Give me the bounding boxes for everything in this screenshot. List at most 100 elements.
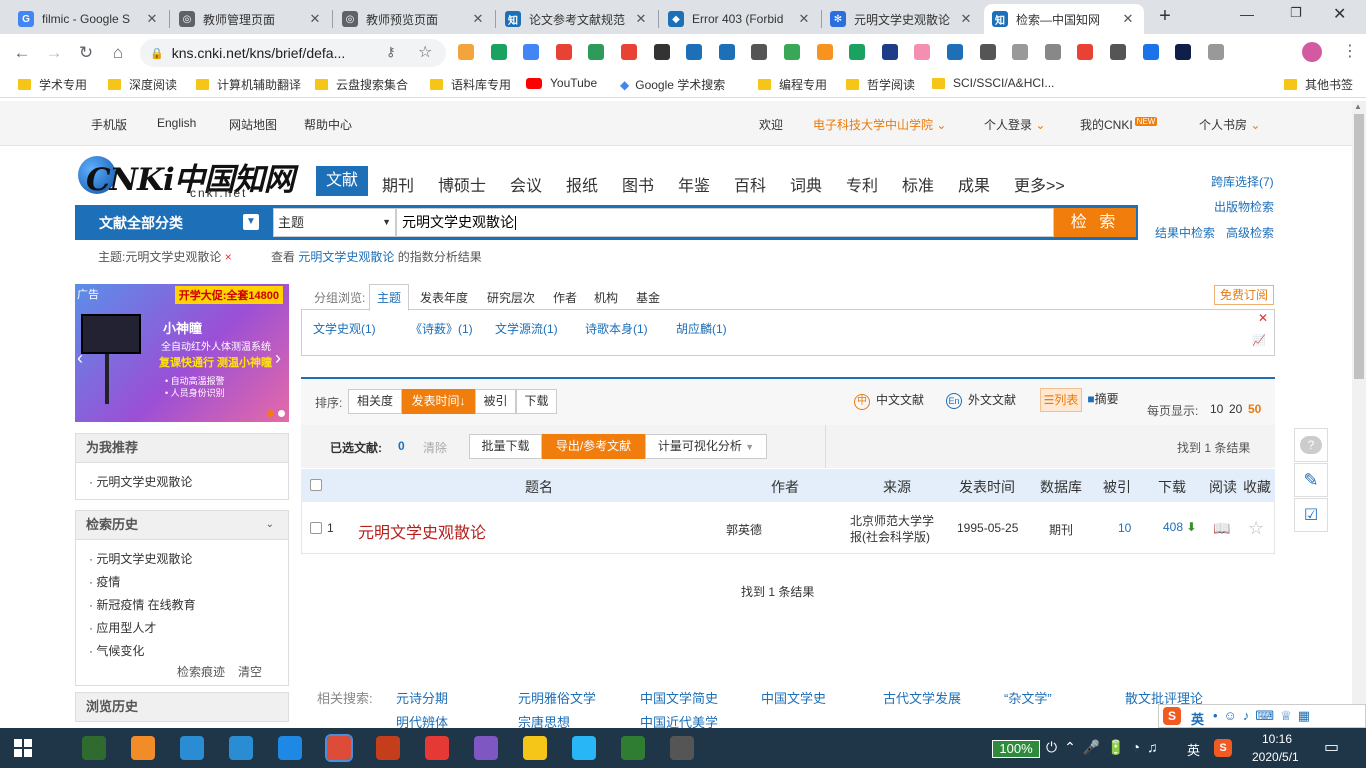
favorite-star-icon[interactable]: ☆ — [1248, 518, 1264, 539]
browser-tab[interactable]: 知论文参考文献规范 ✕ — [497, 4, 657, 34]
export-button[interactable]: 导出/参考文献 — [542, 434, 645, 459]
category-tab[interactable]: 百科 — [734, 172, 766, 196]
cnki-logo[interactable]: CNKi中国知网 cnki.net — [78, 154, 295, 202]
visual-analysis-button[interactable]: 计量可视化分析 ▼ — [645, 434, 767, 459]
ad-next-icon[interactable]: › — [275, 348, 281, 369]
category-tab[interactable]: 词典 — [790, 172, 822, 196]
category-tab[interactable]: 年鉴 — [678, 172, 710, 196]
profile-avatar[interactable] — [1302, 42, 1322, 62]
col-db[interactable]: 数据库 — [1040, 477, 1082, 497]
group-tab-level[interactable]: 研究层次 — [487, 289, 535, 306]
related-link[interactable]: 古代文学发展 — [883, 688, 961, 707]
bookmark-item[interactable]: SCI/SSCI/A&HCI... — [932, 76, 1054, 90]
maximize-button[interactable]: ❐ — [1290, 5, 1302, 21]
search-input[interactable]: 元明文学史观散论 — [396, 208, 1054, 237]
topnav-sitemap[interactable]: 网站地图 — [229, 116, 277, 133]
reload-icon[interactable]: ↻ — [76, 43, 96, 63]
extension-icon[interactable] — [523, 44, 540, 60]
col-date[interactable]: 发表时间 — [959, 477, 1015, 497]
minimize-button[interactable]: — — [1240, 6, 1254, 22]
record-icon[interactable] — [425, 736, 449, 760]
new-tab-button[interactable]: + — [1154, 6, 1176, 28]
carousel-dot[interactable] — [278, 410, 285, 417]
topnav-help[interactable]: 帮助中心 — [304, 116, 352, 133]
bookmark-item[interactable]: 编程专用 — [758, 76, 827, 93]
index-analysis-link[interactable]: 元明文学史观散论 — [298, 250, 394, 264]
per-page-10[interactable]: 10 — [1210, 402, 1223, 416]
category-tab[interactable]: 更多>> — [1014, 172, 1065, 196]
clock-date[interactable]: 2020/5/1 — [1252, 750, 1299, 764]
all-category-label[interactable]: 文献全部分类 — [99, 213, 183, 233]
group-tab-fund[interactable]: 基金 — [636, 289, 660, 306]
ime-icons[interactable]: •☺♪⌨♕▦ — [1213, 708, 1316, 724]
carousel-dot[interactable] — [267, 410, 274, 417]
ad-banner[interactable]: 广告 开学大促:全套14800 小神瞳 全自动红外人体测温系统 复课快通行 测温… — [75, 284, 289, 422]
history-header[interactable]: 检索历史 ⌄ — [75, 510, 289, 540]
row-checkbox[interactable] — [310, 522, 322, 534]
collapse-icon[interactable]: ⌄ — [266, 511, 274, 539]
read-book-icon[interactable]: 📖 — [1213, 520, 1230, 537]
clock-time[interactable]: 10:16 — [1262, 732, 1292, 746]
batch-download-button[interactable]: 批量下载 — [469, 434, 542, 459]
col-fav[interactable]: 收藏 — [1243, 477, 1271, 497]
other-bookmarks[interactable]: 其他书签 — [1284, 76, 1353, 93]
subscribe-button[interactable]: 免费订阅 — [1214, 285, 1274, 305]
extension-icon[interactable] — [881, 44, 898, 60]
edit-button[interactable]: ✎ — [1294, 463, 1328, 497]
sort-cited[interactable]: 被引 — [475, 389, 516, 414]
extension-icon[interactable] — [653, 44, 670, 60]
result-source[interactable]: 北京师范大学学报(社会科学版) — [850, 513, 940, 545]
scrollbar-thumb[interactable] — [1354, 114, 1364, 379]
extension-icon[interactable] — [718, 44, 735, 60]
related-link[interactable]: “杂文学” — [1004, 688, 1052, 707]
category-tab[interactable]: 图书 — [622, 172, 654, 196]
category-tab[interactable]: 专利 — [846, 172, 878, 196]
category-tab[interactable]: 报纸 — [566, 172, 598, 196]
bookmark-item[interactable]: 学术专用 — [18, 76, 87, 93]
result-downloads[interactable]: 408 ⬇ — [1163, 520, 1196, 534]
col-author[interactable]: 作者 — [771, 477, 799, 497]
col-cited[interactable]: 被引 — [1103, 477, 1131, 497]
extension-icon[interactable] — [588, 44, 605, 60]
clear-selection-link[interactable]: 清除 — [423, 439, 447, 456]
chevron-down-icon[interactable]: ▼ — [243, 214, 259, 230]
forward-icon[interactable]: → — [44, 43, 64, 63]
extension-icon[interactable] — [751, 44, 768, 60]
tray-lang[interactable]: 英 — [1187, 740, 1200, 759]
extension-icon[interactable] — [490, 44, 507, 60]
per-page-20[interactable]: 20 — [1229, 402, 1242, 416]
file-explorer-icon[interactable] — [523, 736, 547, 760]
key-icon[interactable]: ⚷ — [386, 44, 396, 60]
cross-db-link[interactable]: 跨库选择(7) — [1211, 173, 1274, 190]
menu-icon[interactable]: ⋮ — [1342, 41, 1358, 61]
search-field-select[interactable]: 主题 ▼ — [273, 208, 396, 237]
result-title-link[interactable]: 元明文学史观散论 — [358, 519, 486, 543]
tab-close-icon[interactable]: ✕ — [1120, 11, 1136, 27]
history-item[interactable]: · 应用型人才 — [89, 619, 156, 636]
tab-close-icon[interactable]: ✕ — [958, 11, 974, 27]
foreign-docs[interactable]: En 外文文献 — [946, 391, 1016, 409]
bookmark-item[interactable]: 计算机辅助翻译 — [196, 76, 301, 93]
group-tab-topic[interactable]: 主题 — [369, 284, 409, 311]
related-link[interactable]: 中国文学史 — [761, 688, 826, 707]
extension-icon[interactable] — [849, 44, 866, 60]
checkmark-app-icon[interactable] — [180, 736, 204, 760]
bookmark-item[interactable]: 深度阅读 — [108, 76, 177, 93]
extension-icon[interactable] — [784, 44, 800, 60]
topnav-mobile[interactable]: 手机版 — [91, 116, 127, 133]
col-read[interactable]: 阅读 — [1209, 477, 1237, 497]
window-close-button[interactable]: ✕ — [1333, 4, 1346, 24]
extension-icon[interactable] — [1175, 44, 1192, 60]
sogou-tray-icon[interactable]: S — [1214, 739, 1232, 757]
ime-lang[interactable]: 英 — [1191, 709, 1204, 728]
browser-tab[interactable]: ◆ Error 403 (Forbid ✕ — [660, 4, 820, 34]
browser-tab[interactable]: ◎ 教师预览页面 ✕ — [334, 4, 494, 34]
extension-icon[interactable] — [1110, 44, 1126, 60]
scroll-up-icon[interactable]: ▲ — [1354, 102, 1362, 111]
col-title[interactable]: 题名 — [525, 477, 553, 497]
category-tab[interactable]: 文献 — [316, 166, 369, 196]
browser-tab[interactable]: 知检索—中国知网 ✕ — [984, 4, 1144, 34]
category-tab[interactable]: 标准 — [902, 172, 934, 196]
extension-icon[interactable] — [555, 44, 572, 60]
history-clear-link[interactable]: 清空 — [238, 663, 262, 680]
